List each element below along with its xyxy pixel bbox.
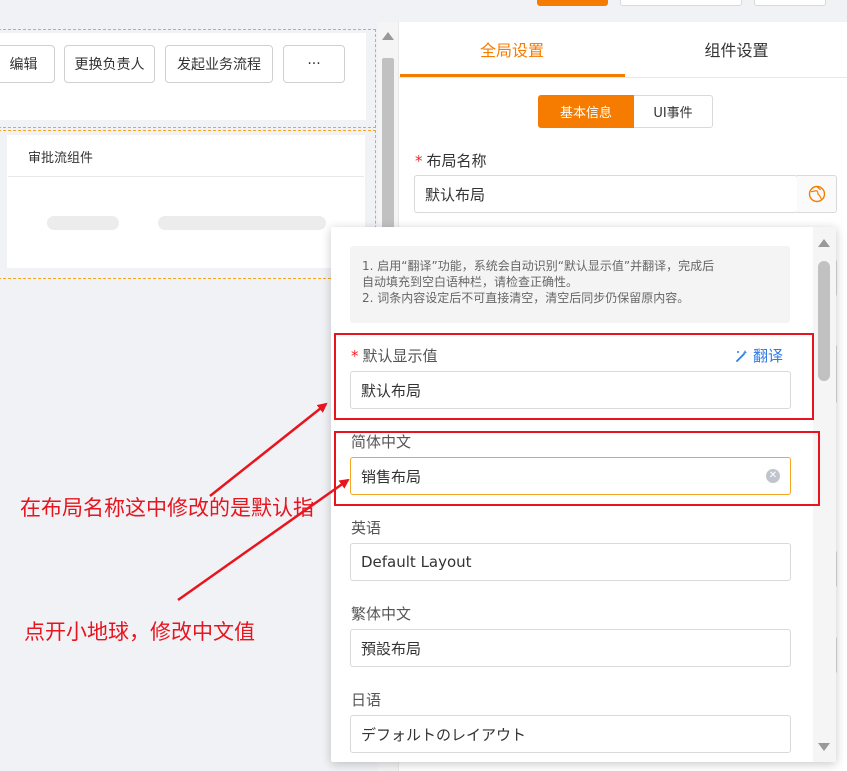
- annotation-default-value-note: 在布局名称这中修改的是默认指: [20, 496, 314, 520]
- annotation-arrows: [177, 402, 350, 602]
- annotation-globe-note: 点开小地球，修改中文值: [24, 620, 255, 644]
